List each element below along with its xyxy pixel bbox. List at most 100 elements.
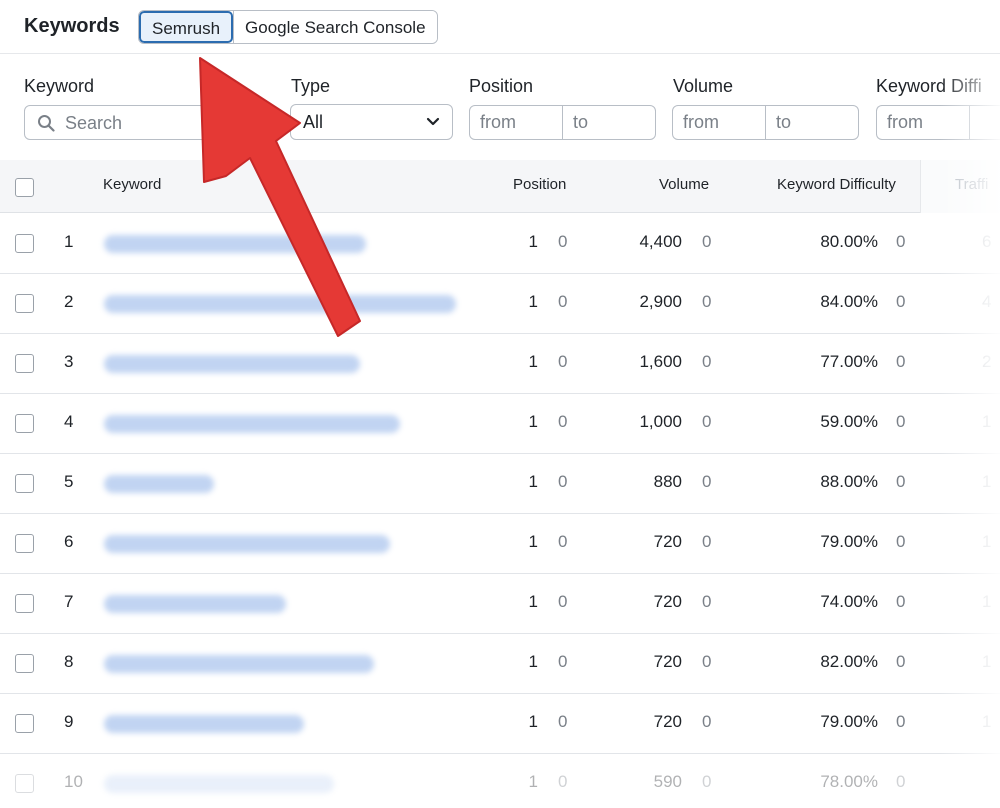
table-row[interactable]: 1 1 0 4,400 0 80.00% 0 6 <box>0 214 1000 274</box>
keyword-link-blurred[interactable] <box>104 535 390 553</box>
row-index: 3 <box>64 352 74 371</box>
row-checkbox[interactable] <box>15 294 34 313</box>
volume-from-input[interactable] <box>673 106 766 139</box>
source-toggle: Semrush Google Search Console <box>138 10 438 44</box>
keyword-filter-label: Keyword <box>24 76 95 96</box>
traffic-value: 4 <box>982 292 992 311</box>
keyword-difficulty-change: 0 <box>896 772 906 791</box>
row-checkbox[interactable] <box>15 474 34 493</box>
select-all-checkbox[interactable] <box>15 178 34 197</box>
table-row[interactable]: 6 1 0 720 0 79.00% 0 1 <box>0 514 1000 574</box>
table-row[interactable]: 4 1 0 1,000 0 59.00% 0 1 <box>0 394 1000 454</box>
keyword-link-blurred[interactable] <box>104 415 400 433</box>
type-select-value: All <box>303 112 324 132</box>
volume-value: 720 <box>653 592 682 611</box>
keyword-difficulty-change: 0 <box>896 532 906 551</box>
difficulty-from-input[interactable] <box>877 106 970 139</box>
keyword-link-blurred[interactable] <box>104 595 286 613</box>
page-header: Keywords Semrush Google Search Console <box>0 0 1000 54</box>
column-header-volume[interactable]: Volume <box>659 176 709 193</box>
keyword-difficulty-value: 79.00% <box>820 532 878 551</box>
column-header-traffic[interactable]: Traffi <box>955 176 988 193</box>
volume-change: 0 <box>702 232 712 251</box>
keyword-link-blurred[interactable] <box>104 355 360 373</box>
keyword-link-blurred[interactable] <box>104 655 374 673</box>
table-row[interactable]: 9 1 0 720 0 79.00% 0 1 <box>0 694 1000 754</box>
row-checkbox[interactable] <box>15 774 34 793</box>
row-checkbox[interactable] <box>15 594 34 613</box>
position-value: 1 <box>528 352 538 371</box>
position-change: 0 <box>558 472 568 491</box>
table-row[interactable]: 7 1 0 720 0 74.00% 0 1 <box>0 574 1000 634</box>
column-header-position[interactable]: Position <box>513 176 566 193</box>
keyword-link-blurred[interactable] <box>104 295 456 313</box>
keyword-difficulty-value: 88.00% <box>820 472 878 491</box>
column-header-keyword[interactable]: Keyword <box>103 176 161 193</box>
position-to-input[interactable] <box>563 106 653 139</box>
volume-value: 1,000 <box>639 412 682 431</box>
volume-change: 0 <box>702 472 712 491</box>
keyword-difficulty-value: 78.00% <box>820 772 878 791</box>
traffic-value: 1 <box>982 532 992 551</box>
position-change: 0 <box>558 772 568 791</box>
position-value: 1 <box>528 772 538 791</box>
volume-value: 720 <box>653 532 682 551</box>
traffic-value: 6 <box>982 232 992 251</box>
table-row[interactable]: 2 1 0 2,900 0 84.00% 0 4 <box>0 274 1000 334</box>
volume-value: 720 <box>653 652 682 671</box>
keyword-difficulty-change: 0 <box>896 652 906 671</box>
keyword-difficulty-change: 0 <box>896 592 906 611</box>
keyword-link-blurred[interactable] <box>104 715 304 733</box>
keyword-search-box[interactable] <box>24 105 224 140</box>
table-row[interactable]: 8 1 0 720 0 82.00% 0 1 <box>0 634 1000 694</box>
row-checkbox[interactable] <box>15 714 34 733</box>
table-row[interactable]: 5 1 0 880 0 88.00% 0 1 <box>0 454 1000 514</box>
position-change: 0 <box>558 412 568 431</box>
table-row[interactable]: 3 1 0 1,600 0 77.00% 0 2 <box>0 334 1000 394</box>
keyword-search-input[interactable] <box>65 110 215 136</box>
table-row[interactable]: 10 1 0 590 0 78.00% 0 <box>0 754 1000 808</box>
keyword-link-blurred[interactable] <box>104 475 214 493</box>
row-index: 8 <box>64 652 74 671</box>
volume-change: 0 <box>702 292 712 311</box>
search-icon <box>38 115 55 132</box>
traffic-value: 1 <box>982 412 992 431</box>
row-checkbox[interactable] <box>15 534 34 553</box>
keyword-difficulty-value: 77.00% <box>820 352 878 371</box>
position-value: 1 <box>528 652 538 671</box>
position-value: 1 <box>528 412 538 431</box>
column-header-keyword-difficulty[interactable]: Keyword Difficulty <box>777 176 896 193</box>
row-index: 6 <box>64 532 74 551</box>
keyword-difficulty-change: 0 <box>896 472 906 491</box>
table-header: Keyword Position Volume Keyword Difficul… <box>0 160 1000 213</box>
row-index: 9 <box>64 712 74 731</box>
row-index: 10 <box>64 772 83 791</box>
keyword-link-blurred[interactable] <box>104 775 334 793</box>
keyword-link-blurred[interactable] <box>104 235 366 253</box>
row-checkbox[interactable] <box>15 354 34 373</box>
volume-value: 1,600 <box>639 352 682 371</box>
position-value: 1 <box>528 292 538 311</box>
keyword-difficulty-value: 59.00% <box>820 412 878 431</box>
position-change: 0 <box>558 712 568 731</box>
keyword-difficulty-value: 80.00% <box>820 232 878 251</box>
type-select[interactable]: All <box>290 104 453 140</box>
row-index: 2 <box>64 292 74 311</box>
keyword-difficulty-value: 84.00% <box>820 292 878 311</box>
volume-change: 0 <box>702 592 712 611</box>
keyword-difficulty-change: 0 <box>896 352 906 371</box>
position-from-input[interactable] <box>470 106 563 139</box>
volume-value: 880 <box>653 472 682 491</box>
volume-to-input[interactable] <box>766 106 856 139</box>
tab-google-search-console[interactable]: Google Search Console <box>233 11 437 43</box>
volume-filter-label: Volume <box>673 76 734 96</box>
row-checkbox[interactable] <box>15 654 34 673</box>
tab-semrush[interactable]: Semrush <box>139 11 234 43</box>
row-checkbox[interactable] <box>15 414 34 433</box>
position-filter-label: Position <box>469 76 534 96</box>
chevron-down-icon <box>426 117 440 126</box>
page-title: Keywords <box>24 15 120 37</box>
row-checkbox[interactable] <box>15 234 34 253</box>
position-change: 0 <box>558 532 568 551</box>
position-range <box>469 105 656 140</box>
